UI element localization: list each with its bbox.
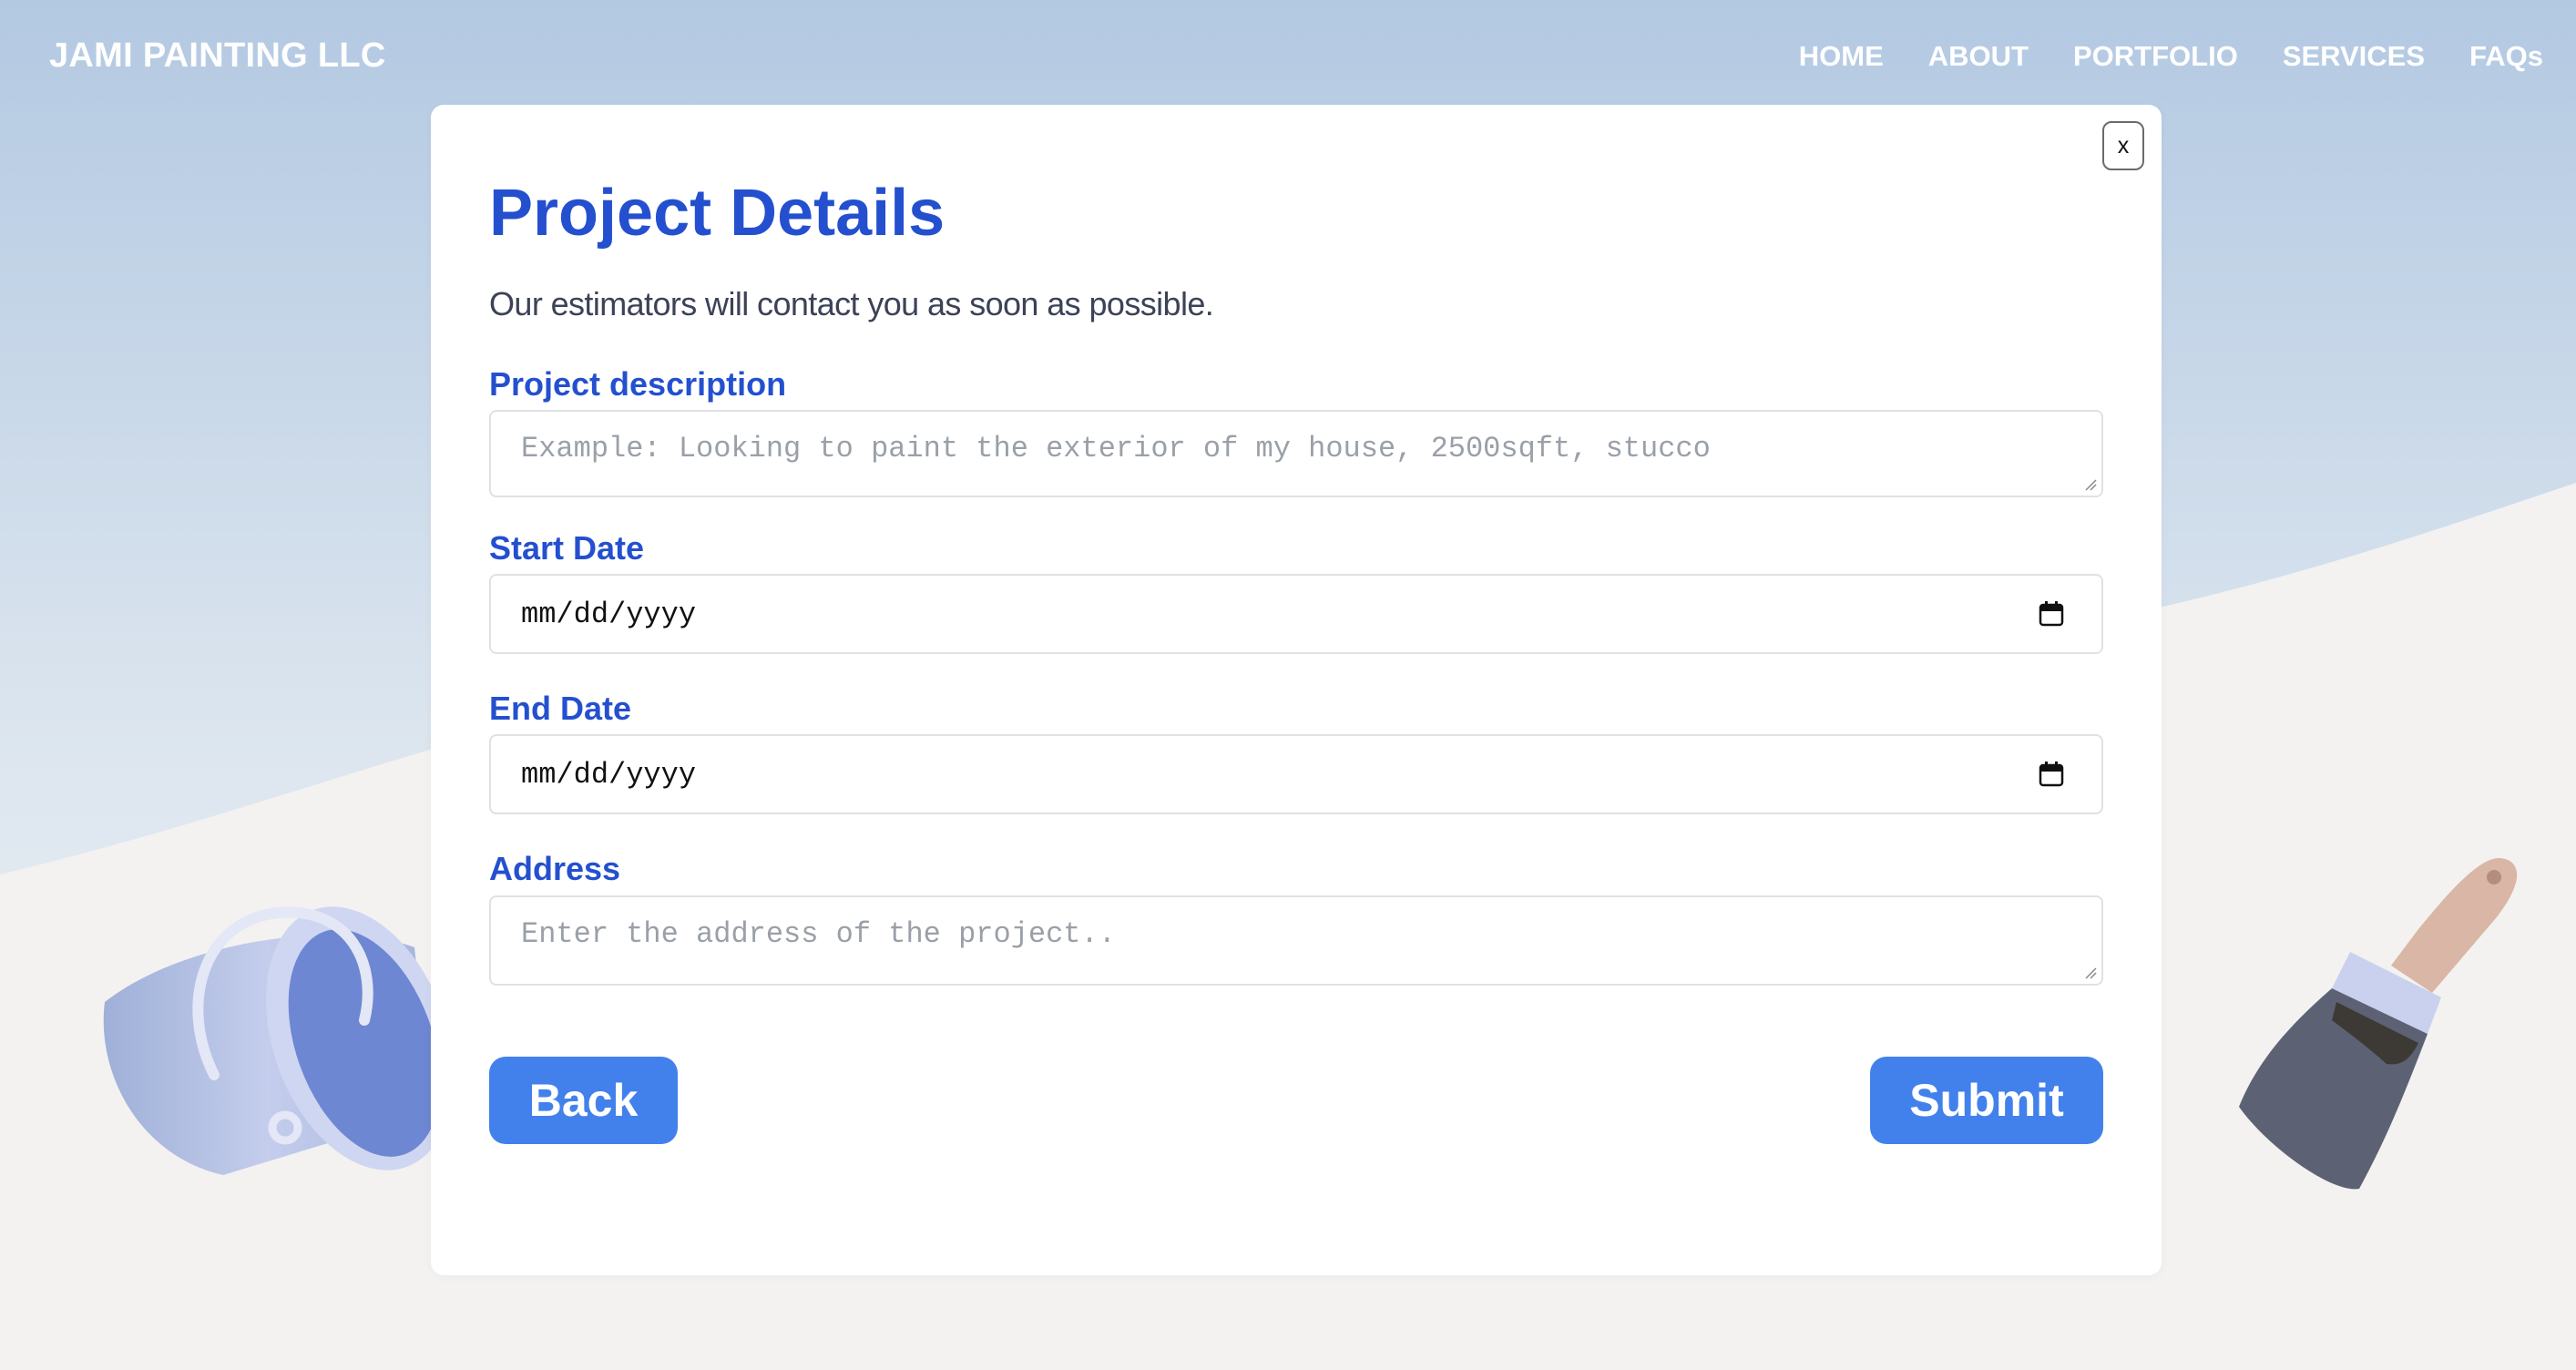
nav-about[interactable]: ABOUT <box>1928 40 2029 73</box>
navbar: JAMI PAINTING LLC HOME ABOUT PORTFOLIO S… <box>0 0 2576 118</box>
calendar-icon[interactable] <box>2038 761 2065 788</box>
close-button[interactable]: x <box>2102 121 2144 170</box>
resize-handle-icon[interactable] <box>2084 478 2097 491</box>
address-placeholder: Enter the address of the project.. <box>521 917 1116 951</box>
end-date-input[interactable]: mm/dd/yyyy <box>489 734 2103 814</box>
nav-services[interactable]: SERVICES <box>2283 40 2425 73</box>
address-label: Address <box>489 850 621 887</box>
project-description-textarea[interactable]: Example: Looking to paint the exterior o… <box>489 410 2103 497</box>
project-description-placeholder: Example: Looking to paint the exterior o… <box>521 432 1711 465</box>
paint-bucket-illustration <box>103 906 451 1175</box>
back-button[interactable]: Back <box>489 1057 678 1144</box>
modal-title: Project Details <box>489 177 946 250</box>
resize-handle-icon[interactable] <box>2084 966 2097 979</box>
brand-logo[interactable]: JAMI PAINTING LLC <box>49 36 386 76</box>
address-textarea[interactable]: Enter the address of the project.. <box>489 895 2103 986</box>
project-details-modal: x Project Details Our estimators will co… <box>431 105 2162 1275</box>
nav-home[interactable]: HOME <box>1799 40 1884 73</box>
modal-subtitle: Our estimators will contact you as soon … <box>489 285 1214 322</box>
start-date-label: Start Date <box>489 529 645 567</box>
start-date-value: mm/dd/yyyy <box>521 597 697 631</box>
submit-button[interactable]: Submit <box>1870 1057 2103 1144</box>
paintbrush-illustration <box>2239 857 2518 1190</box>
nav-portfolio[interactable]: PORTFOLIO <box>2073 40 2238 73</box>
end-date-value: mm/dd/yyyy <box>521 757 697 792</box>
nav-links: HOME ABOUT PORTFOLIO SERVICES FAQs <box>1799 40 2543 73</box>
calendar-icon[interactable] <box>2038 600 2065 628</box>
end-date-label: End Date <box>489 690 632 727</box>
project-description-label: Project description <box>489 365 787 403</box>
start-date-input[interactable]: mm/dd/yyyy <box>489 574 2103 654</box>
nav-faqs[interactable]: FAQs <box>2469 40 2543 73</box>
